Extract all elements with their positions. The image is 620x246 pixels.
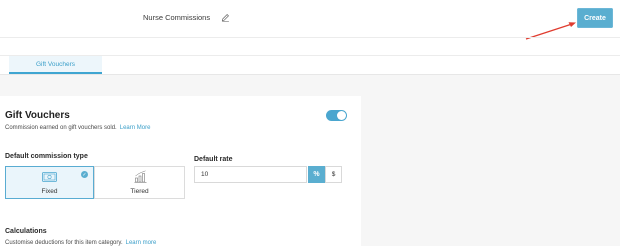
calculations-title: Calculations (5, 228, 47, 235)
gift-vouchers-toggle[interactable] (326, 110, 347, 121)
bar-chart-icon (134, 170, 147, 183)
section-title: Gift Vouchers (5, 110, 70, 121)
annotation-arrow-icon (525, 22, 576, 40)
commission-type-label: Default commission type (5, 153, 88, 160)
section-description: Commission earned on gift vouchers sold.… (5, 125, 150, 131)
default-rate-input[interactable]: 10 (194, 166, 307, 183)
create-button[interactable]: Create (577, 8, 613, 28)
cash-icon (42, 172, 57, 182)
commission-type-fixed[interactable]: Fixed (5, 166, 94, 199)
dollar-unit-button[interactable]: $ (325, 166, 342, 183)
section-description-text: Commission earned on gift vouchers sold. (5, 125, 117, 131)
calculations-learn-more-link[interactable]: Learn more (126, 240, 157, 246)
page-title: Nurse Commissions (143, 13, 211, 22)
percent-unit-button[interactable]: % (308, 166, 325, 183)
divider (0, 37, 620, 38)
check-icon: ✓ (81, 171, 88, 178)
option-label: Fixed (41, 188, 58, 195)
toggle-knob (337, 111, 346, 120)
calculations-description: Customise deductions for this item categ… (5, 240, 156, 246)
tab-gift-vouchers[interactable]: Gift Vouchers (9, 56, 102, 72)
calculations-description-text: Customise deductions for this item categ… (5, 240, 123, 246)
option-label: Tiered (130, 188, 149, 195)
default-rate-label: Default rate (194, 156, 233, 163)
learn-more-link[interactable]: Learn More (120, 125, 151, 131)
edit-pencil-icon[interactable] (221, 13, 230, 22)
